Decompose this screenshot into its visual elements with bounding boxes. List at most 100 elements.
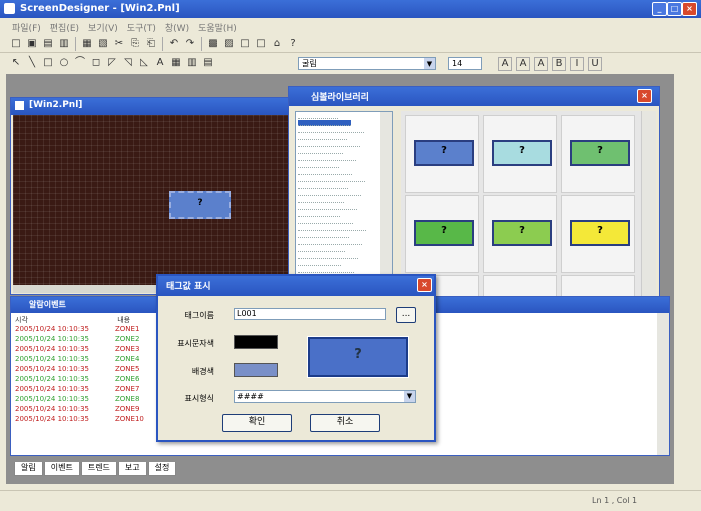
toolbar-button-icon[interactable]: ↶ (168, 38, 180, 50)
tree-item[interactable] (298, 127, 364, 133)
palette-cell[interactable]: ? (405, 115, 479, 193)
draw-tool-icon[interactable]: ◻ (90, 57, 102, 69)
ok-button[interactable]: 확인 (222, 414, 292, 432)
format-button[interactable]: B (552, 57, 566, 71)
palette-close-button[interactable]: × (637, 89, 652, 103)
bottom-tab[interactable]: 알림 (14, 462, 43, 476)
bottom-tab[interactable]: 트렌드 (80, 462, 117, 476)
browse-button[interactable]: ... (396, 307, 416, 323)
draw-tool-icon[interactable]: ◺ (138, 57, 150, 69)
toolbar-button-icon[interactable]: ⎗ (145, 38, 157, 50)
menu-item[interactable]: 도구(T) (127, 24, 156, 34)
format-button[interactable]: A (498, 57, 512, 71)
tag-name-input[interactable]: L001 (234, 308, 386, 320)
tree-item[interactable] (298, 267, 354, 273)
font-select[interactable]: 굴림 ▼ (298, 57, 436, 70)
minimize-button[interactable]: _ (652, 2, 667, 16)
tree-item[interactable] (298, 148, 343, 154)
palette-symbol[interactable]: ? (492, 220, 552, 246)
toolbar-button-icon[interactable]: ▥ (58, 38, 70, 50)
menu-item[interactable]: 도움말(H) (198, 24, 237, 34)
tree-item[interactable] (298, 218, 353, 224)
palette-cell[interactable]: ? (405, 195, 479, 273)
format-button[interactable]: A (534, 57, 548, 71)
tree-item[interactable] (298, 113, 338, 119)
toolbar-button-icon[interactable]: ▣ (26, 38, 38, 50)
tree-item[interactable] (298, 190, 361, 196)
menu-item[interactable]: 보기(V) (88, 24, 118, 34)
draw-tool-icon[interactable]: ○ (58, 57, 70, 69)
maximize-button[interactable]: □ (667, 2, 682, 16)
text-color-swatch[interactable] (234, 335, 278, 349)
tree-item[interactable] (298, 169, 352, 175)
palette-symbol[interactable]: ? (570, 140, 630, 166)
tree-item[interactable] (298, 232, 349, 238)
tree-item[interactable] (298, 162, 339, 168)
tree-item[interactable] (298, 197, 344, 203)
draw-tool-icon[interactable]: ◹ (122, 57, 134, 69)
palette-cell[interactable]: ? (561, 115, 635, 193)
draw-tool-icon[interactable]: ▦ (170, 57, 182, 69)
toolbar-button-icon[interactable]: ▤ (42, 38, 54, 50)
design-canvas[interactable]: ? (13, 115, 291, 285)
bottom-tab[interactable]: 설정 (147, 462, 177, 476)
palette-symbol[interactable]: ? (414, 140, 474, 166)
log-vscrollbar[interactable] (657, 313, 669, 455)
toolbar-button-icon[interactable]: □ (10, 38, 22, 50)
format-button[interactable]: I (570, 57, 584, 71)
tree-item[interactable] (298, 155, 356, 161)
tree-item[interactable] (298, 239, 362, 245)
palette-symbol[interactable]: ? (414, 220, 474, 246)
bg-color-swatch[interactable] (234, 363, 278, 377)
draw-tool-icon[interactable]: ⌒ (74, 57, 86, 69)
draw-tool-icon[interactable]: ╲ (26, 57, 38, 69)
tree-item[interactable] (298, 253, 358, 259)
tree-item[interactable] (298, 225, 366, 231)
tree-item[interactable] (298, 141, 360, 147)
toolbar-button-icon[interactable]: □ (239, 38, 251, 50)
draw-tool-icon[interactable]: ▤ (202, 57, 214, 69)
toolbar-button-icon[interactable]: ⌂ (271, 38, 283, 50)
draw-tool-icon[interactable]: ◸ (106, 57, 118, 69)
toolbar-button-icon[interactable]: ▦ (81, 38, 93, 50)
font-size-select[interactable]: 14 (448, 57, 482, 70)
draw-tool-icon[interactable]: ▥ (186, 57, 198, 69)
canvas-symbol[interactable]: ? (169, 191, 231, 219)
tree-item[interactable] (298, 211, 340, 217)
menu-item[interactable]: 창(W) (165, 24, 189, 34)
menu-item[interactable]: 파일(F) (12, 24, 41, 34)
toolbar-button-icon[interactable]: ▩ (207, 38, 219, 50)
toolbar-button-icon[interactable]: ✂ (113, 38, 125, 50)
close-button[interactable]: × (682, 2, 697, 16)
cancel-button[interactable]: 취소 (310, 414, 380, 432)
dialog-close-button[interactable]: × (417, 278, 432, 292)
toolbar-button-icon[interactable]: □ (255, 38, 267, 50)
tree-item[interactable] (298, 204, 357, 210)
format-select[interactable]: #### ▼ (234, 390, 416, 403)
bottom-tab[interactable]: 이벤트 (43, 462, 80, 476)
tree-item[interactable] (298, 183, 348, 189)
bottom-tab[interactable]: 보고 (117, 462, 147, 476)
palette-symbol[interactable]: ? (570, 220, 630, 246)
dialog-titlebar: 태그값 표시 × (158, 276, 434, 296)
tree-item[interactable] (298, 260, 341, 266)
tree-item[interactable] (298, 120, 351, 126)
format-button[interactable]: A (516, 57, 530, 71)
palette-cell[interactable]: ? (483, 195, 557, 273)
toolbar-button-icon[interactable]: ⎘ (129, 38, 141, 50)
palette-cell[interactable]: ? (483, 115, 557, 193)
palette-cell[interactable]: ? (561, 195, 635, 273)
tree-item[interactable] (298, 134, 347, 140)
palette-symbol[interactable]: ? (492, 140, 552, 166)
toolbar-button-icon[interactable]: ▧ (97, 38, 109, 50)
toolbar-button-icon[interactable]: ▨ (223, 38, 235, 50)
menu-item[interactable]: 편집(E) (50, 24, 79, 34)
tree-item[interactable] (298, 246, 345, 252)
toolbar-button-icon[interactable]: ↷ (184, 38, 196, 50)
format-button[interactable]: U (588, 57, 602, 71)
draw-tool-icon[interactable]: ↖ (10, 57, 22, 69)
toolbar-button-icon[interactable]: ? (287, 38, 299, 50)
draw-tool-icon[interactable]: □ (42, 57, 54, 69)
draw-tool-icon[interactable]: A (154, 57, 166, 69)
tree-item[interactable] (298, 176, 365, 182)
